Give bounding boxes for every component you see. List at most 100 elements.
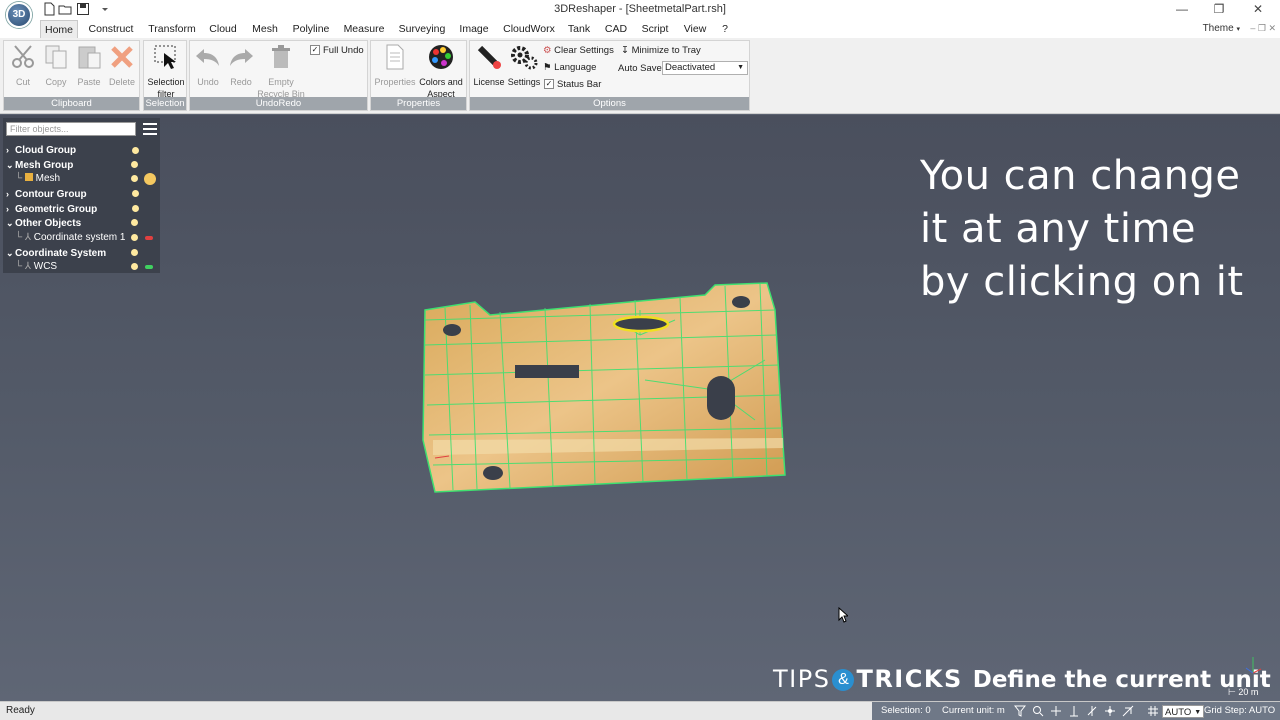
tree-item-geometric-group[interactable]: › Geometric Group bbox=[6, 202, 97, 216]
axis-triad-icon bbox=[1245, 657, 1262, 674]
language-button[interactable]: ⚑ Language bbox=[543, 62, 596, 73]
colors-and-aspect-button[interactable]: Colors and Aspect bbox=[417, 43, 465, 100]
color-swatch-icon[interactable] bbox=[144, 173, 156, 185]
redo-arrow-icon bbox=[230, 49, 253, 66]
tree-item-mesh[interactable]: └ Mesh bbox=[15, 172, 60, 186]
zoom-icon[interactable] bbox=[1032, 705, 1044, 717]
undo-button[interactable]: Undo bbox=[193, 43, 223, 88]
auto-save-select[interactable]: Deactivated ▼ bbox=[662, 61, 748, 75]
empty-recycle-bin-button[interactable]: Empty Recycle Bin bbox=[256, 43, 306, 100]
clear-settings-icon: ⚙ bbox=[543, 45, 552, 56]
ampersand-icon: & bbox=[832, 669, 855, 691]
tab-tank[interactable]: Tank bbox=[566, 20, 592, 38]
visibility-bulb-icon[interactable] bbox=[131, 234, 138, 241]
undo-label: Undo bbox=[197, 77, 219, 87]
3d-viewport[interactable]: Filter objects... › Cloud Group ⌄Mesh Gro… bbox=[0, 115, 1280, 701]
status-bar-label: Status Bar bbox=[557, 79, 602, 90]
chevron-right-icon: › bbox=[6, 204, 9, 214]
snap-line-icon[interactable] bbox=[1086, 705, 1098, 717]
tab-home[interactable]: Home bbox=[40, 20, 78, 38]
visibility-bulb-icon[interactable] bbox=[131, 219, 138, 226]
settings-label: Settings bbox=[507, 77, 541, 87]
tab-mesh[interactable]: Mesh bbox=[250, 20, 280, 38]
paste-button[interactable]: Paste bbox=[74, 43, 104, 88]
object-tree: Filter objects... › Cloud Group ⌄Mesh Gro… bbox=[3, 118, 160, 273]
properties-document-icon bbox=[386, 44, 404, 70]
snap-node-icon[interactable] bbox=[1104, 705, 1116, 717]
settings-button[interactable]: Settings bbox=[506, 43, 542, 88]
delete-button[interactable]: Delete bbox=[107, 43, 137, 88]
tab-image[interactable]: Image bbox=[457, 20, 491, 38]
tab-construct[interactable]: Construct bbox=[86, 20, 136, 38]
visibility-bulb-icon[interactable] bbox=[132, 205, 139, 212]
filter-objects-input[interactable]: Filter objects... bbox=[6, 122, 136, 136]
visibility-bulb-icon[interactable] bbox=[131, 161, 138, 168]
copy-button[interactable]: Copy bbox=[41, 43, 71, 88]
minimize-to-tray-button[interactable]: ↧ Minimize to Tray bbox=[621, 45, 701, 56]
full-undo-label: Full Undo bbox=[323, 45, 364, 56]
snap-point-icon[interactable] bbox=[1050, 705, 1062, 717]
clear-settings-button[interactable]: ⚙ Clear Settings bbox=[543, 45, 614, 56]
selection-cursor-icon bbox=[154, 45, 176, 69]
theme-label: Theme bbox=[1202, 23, 1234, 34]
ribbon-window-controls-icon[interactable]: – ❐ ✕ bbox=[1250, 23, 1276, 34]
tab-cloud[interactable]: Cloud bbox=[206, 20, 240, 38]
tree-item-contour-group[interactable]: › Contour Group bbox=[6, 187, 87, 201]
tree-item-other-objects[interactable]: ⌄Other Objects bbox=[6, 216, 81, 230]
color-swatch-icon[interactable] bbox=[145, 236, 153, 240]
visibility-bulb-icon[interactable] bbox=[131, 249, 138, 256]
snap-edge-icon[interactable] bbox=[1122, 705, 1134, 717]
app-logo-icon[interactable]: 3D bbox=[6, 2, 32, 28]
tree-item-coordinate-system-1[interactable]: └ ⅄ Coordinate system 1 bbox=[15, 231, 125, 245]
color-swatch-icon[interactable] bbox=[145, 265, 153, 269]
tab-measure[interactable]: Measure bbox=[342, 20, 386, 38]
visibility-bulb-icon[interactable] bbox=[131, 175, 138, 182]
tree-item-mesh-group[interactable]: ⌄Mesh Group bbox=[6, 158, 73, 172]
visibility-bulb-icon[interactable] bbox=[132, 190, 139, 197]
properties-group: Properties Colors and Aspect Properties bbox=[370, 40, 467, 111]
tab-polyline[interactable]: Polyline bbox=[291, 20, 331, 38]
grid-auto-select[interactable]: AUTO ▼ bbox=[1162, 705, 1205, 718]
tree-item-wcs[interactable]: └ ⅄ WCS bbox=[15, 260, 57, 274]
redo-button[interactable]: Redo bbox=[226, 43, 256, 88]
selection-filter-button[interactable]: Selection filter bbox=[145, 43, 187, 100]
tray-icon: ↧ bbox=[621, 45, 629, 56]
palette-icon bbox=[429, 45, 453, 69]
tree-item-cloud-group[interactable]: › Cloud Group bbox=[6, 143, 76, 157]
tree-item-label: Cloud Group bbox=[15, 145, 77, 156]
license-button[interactable]: License bbox=[472, 43, 506, 88]
tab-script[interactable]: Script bbox=[639, 20, 671, 38]
properties-button[interactable]: Properties bbox=[373, 43, 417, 88]
sheetmetal-mesh[interactable] bbox=[415, 280, 790, 495]
visibility-bulb-icon[interactable] bbox=[132, 147, 139, 154]
minimize-icon[interactable]: — bbox=[1172, 2, 1192, 16]
cut-button[interactable]: Cut bbox=[8, 43, 38, 88]
tab-help[interactable]: ? bbox=[718, 20, 732, 38]
options-group: License Settings ⚙ Clear Settings ⚑ Lang… bbox=[469, 40, 750, 111]
scale-indicator: ⊢ 20 m bbox=[1228, 687, 1259, 697]
tree-item-label: Other Objects bbox=[15, 218, 82, 229]
chevron-down-icon: ⌄ bbox=[6, 218, 14, 228]
full-undo-checkbox[interactable]: ✓ Full Undo bbox=[310, 45, 364, 56]
grid-icon[interactable] bbox=[1147, 705, 1159, 717]
clipboard-group: Cut Copy Paste Delete Clipboard bbox=[3, 40, 140, 111]
status-right-panel: Selection: 0 Current unit: m AUTO ▼ Grid… bbox=[872, 702, 1280, 720]
align-icon[interactable] bbox=[1068, 705, 1080, 717]
close-icon[interactable]: ✕ bbox=[1248, 2, 1268, 16]
hamburger-menu-icon[interactable] bbox=[143, 123, 157, 135]
tab-surveying[interactable]: Surveying bbox=[397, 20, 447, 38]
tab-transform[interactable]: Transform bbox=[146, 20, 198, 38]
restore-icon[interactable]: ❐ bbox=[1209, 2, 1229, 16]
tab-view[interactable]: View bbox=[681, 20, 709, 38]
tab-cloudworx[interactable]: CloudWorx bbox=[502, 20, 556, 38]
tab-cad[interactable]: CAD bbox=[603, 20, 629, 38]
overlay-line-2: it at any time bbox=[920, 206, 1197, 252]
theme-menu[interactable]: Theme ▾ bbox=[1203, 23, 1240, 34]
tree-item-coordinate-system[interactable]: ⌄Coordinate System bbox=[6, 246, 106, 260]
scissors-icon bbox=[12, 45, 34, 68]
selection-count: Selection: 0 bbox=[881, 705, 931, 716]
visibility-bulb-icon[interactable] bbox=[131, 263, 138, 270]
status-bar-checkbox[interactable]: ✓ Status Bar bbox=[544, 79, 601, 90]
filter-icon[interactable] bbox=[1014, 705, 1026, 717]
current-unit-button[interactable]: Current unit: m bbox=[942, 705, 1005, 716]
